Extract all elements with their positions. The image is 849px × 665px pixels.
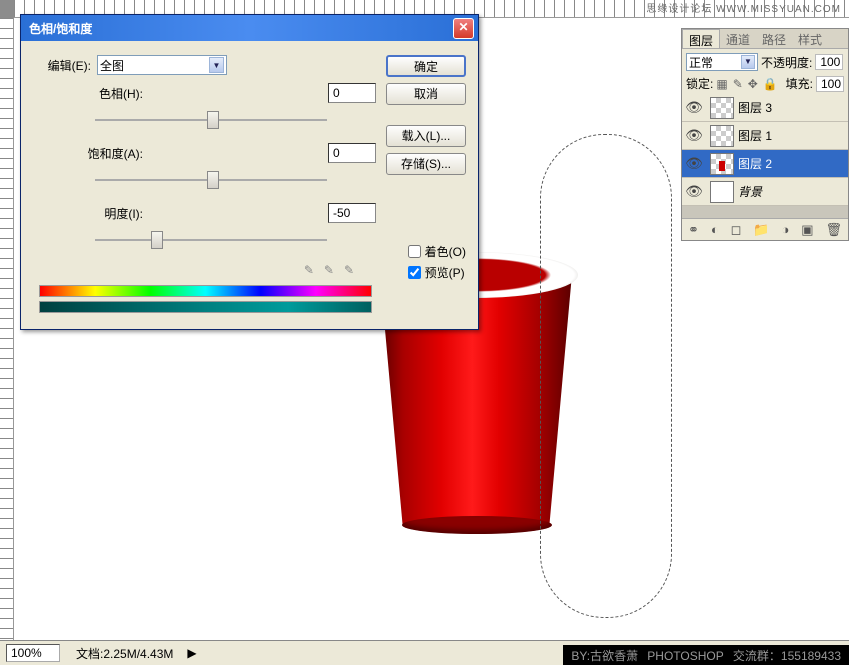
tab-paths[interactable]: 路径 bbox=[756, 29, 792, 48]
layer-name: 背景 bbox=[738, 183, 762, 200]
hue-spectrum-after bbox=[39, 301, 372, 313]
lock-label: 锁定: bbox=[686, 75, 713, 92]
dialog-title: 色相/饱和度 bbox=[29, 20, 92, 37]
layer-thumb bbox=[710, 181, 734, 203]
visibility-icon[interactable]: 👁 bbox=[682, 155, 706, 172]
tab-styles[interactable]: 样式 bbox=[792, 29, 828, 48]
colorize-checkbox[interactable]: 着色(O) bbox=[408, 243, 466, 260]
saturation-label: 饱和度(A): bbox=[35, 145, 143, 162]
trash-icon[interactable]: 🗑 bbox=[826, 222, 843, 238]
layer-thumb bbox=[710, 97, 734, 119]
new-group-icon[interactable]: 📁 bbox=[753, 222, 769, 238]
saturation-slider[interactable] bbox=[95, 171, 327, 189]
close-icon[interactable]: ✕ bbox=[453, 18, 474, 39]
layers-panel: 图层 通道 路径 样式 正常 ▼ 不透明度: 100 锁定: ▦ ✎ ✥ 🔒 填… bbox=[681, 28, 849, 241]
new-layer-icon[interactable]: ▣ bbox=[801, 222, 813, 238]
layer-row[interactable]: 👁 图层 3 bbox=[682, 94, 848, 122]
lock-paint-icon[interactable]: ✎ bbox=[733, 77, 743, 91]
blend-mode-dropdown[interactable]: 正常 ▼ bbox=[686, 53, 758, 71]
lightness-label: 明度(I): bbox=[35, 205, 143, 222]
layer-thumb bbox=[710, 153, 734, 175]
chevron-down-icon[interactable]: ▼ bbox=[209, 57, 224, 73]
hue-saturation-dialog: 色相/饱和度 ✕ 编辑(E): 全图 ▼ 色相(H): 饱和度(A): bbox=[20, 14, 479, 330]
saturation-input[interactable] bbox=[328, 143, 376, 163]
cancel-button[interactable]: 取消 bbox=[386, 83, 466, 105]
link-layers-icon[interactable]: ⚭ bbox=[688, 222, 699, 238]
edit-label: 编辑(E): bbox=[35, 57, 91, 74]
arrow-right-icon[interactable]: ▶ bbox=[187, 646, 196, 660]
layer-row[interactable]: 👁 背景 bbox=[682, 178, 848, 206]
edit-dropdown[interactable]: 全图 ▼ bbox=[97, 55, 227, 75]
visibility-icon[interactable]: 👁 bbox=[682, 99, 706, 116]
eyedropper-sub-icon[interactable]: ✎ bbox=[344, 263, 354, 277]
lock-all-icon[interactable]: 🔒 bbox=[763, 77, 778, 91]
document-info: 文档:2.25M/4.43M bbox=[66, 645, 183, 662]
hue-spectrum-before bbox=[39, 285, 372, 297]
tab-layers[interactable]: 图层 bbox=[682, 29, 720, 48]
fill-label: 填充: bbox=[786, 75, 813, 92]
layer-row[interactable]: 👁 图层 1 bbox=[682, 122, 848, 150]
save-button[interactable]: 存储(S)... bbox=[386, 153, 466, 175]
credit-bar: BY:古欲香萧 PHOTOSHOP 交流群：155189433 bbox=[563, 645, 849, 665]
layer-style-icon[interactable]: ◐ bbox=[711, 222, 719, 237]
lock-move-icon[interactable]: ✥ bbox=[748, 77, 758, 91]
preview-checkbox[interactable]: 预览(P) bbox=[408, 264, 466, 281]
layer-name: 图层 1 bbox=[738, 127, 772, 144]
eyedropper-icon[interactable]: ✎ bbox=[304, 263, 314, 277]
layer-name: 图层 2 bbox=[738, 155, 772, 172]
visibility-icon[interactable]: 👁 bbox=[682, 127, 706, 144]
adjustment-layer-icon[interactable]: ◑ bbox=[781, 222, 789, 237]
layer-name: 图层 3 bbox=[738, 99, 772, 116]
visibility-icon[interactable]: 👁 bbox=[682, 183, 706, 200]
marquee-selection bbox=[540, 134, 672, 618]
lightness-input[interactable] bbox=[328, 203, 376, 223]
eyedropper-add-icon[interactable]: ✎ bbox=[324, 263, 334, 277]
ok-button[interactable]: 确定 bbox=[386, 55, 466, 77]
layer-row[interactable]: 👁 图层 2 bbox=[682, 150, 848, 178]
lock-transparent-icon[interactable]: ▦ bbox=[716, 77, 727, 91]
load-button[interactable]: 载入(L)... bbox=[386, 125, 466, 147]
opacity-input[interactable]: 100 bbox=[815, 54, 843, 70]
layer-mask-icon[interactable]: ◻ bbox=[731, 222, 742, 238]
site-watermark: 思缘设计论坛 WWW.MISSYUAN.COM bbox=[646, 0, 841, 15]
chevron-down-icon[interactable]: ▼ bbox=[741, 55, 755, 69]
ruler-vertical[interactable] bbox=[0, 18, 14, 640]
edit-value: 全图 bbox=[100, 57, 124, 74]
hue-input[interactable] bbox=[328, 83, 376, 103]
lightness-slider[interactable] bbox=[95, 231, 327, 249]
hue-label: 色相(H): bbox=[35, 85, 143, 102]
zoom-input[interactable]: 100% bbox=[6, 644, 60, 662]
hue-slider[interactable] bbox=[95, 111, 327, 129]
layer-thumb bbox=[710, 125, 734, 147]
dialog-titlebar[interactable]: 色相/饱和度 ✕ bbox=[21, 15, 478, 41]
tab-channels[interactable]: 通道 bbox=[720, 29, 756, 48]
fill-input[interactable]: 100 bbox=[816, 76, 844, 92]
opacity-label: 不透明度: bbox=[761, 54, 812, 71]
